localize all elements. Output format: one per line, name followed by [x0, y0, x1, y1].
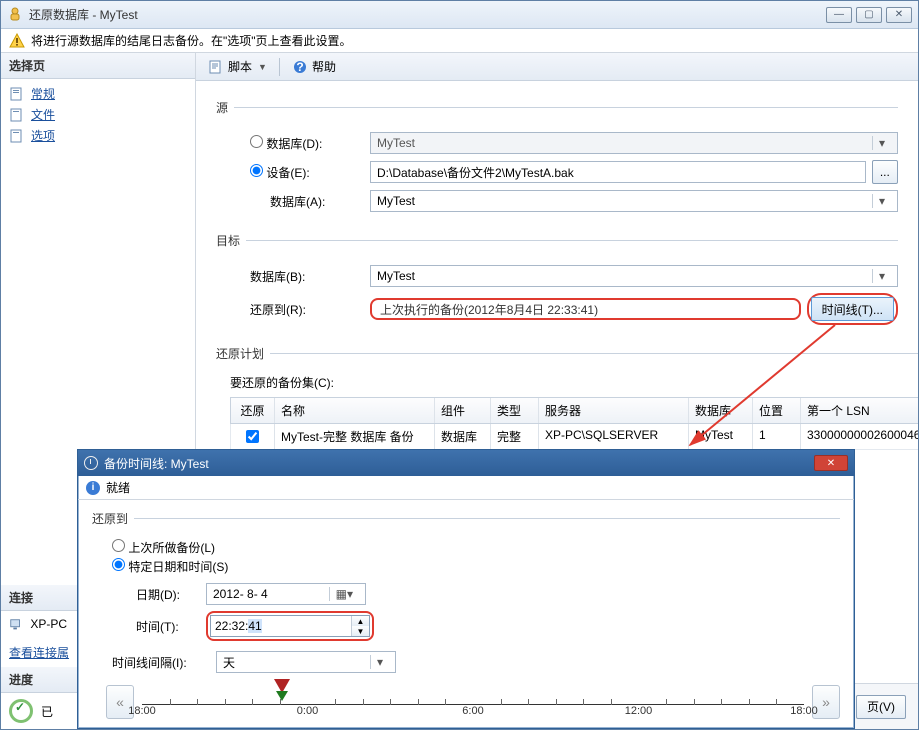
spin-down-icon[interactable]: ▼ — [352, 626, 369, 636]
progress-text: 已 — [41, 703, 53, 720]
time-spinner[interactable]: 22:32:41 ▲▼ — [210, 615, 370, 637]
help-button[interactable]: ? 帮助 — [288, 56, 340, 77]
table-row[interactable]: MyTest-完整 数据库 备份 数据库 完整 XP-PC\SQLSERVER … — [230, 424, 918, 450]
window-title: 还原数据库 - MyTest — [29, 6, 826, 23]
info-icon: i — [86, 481, 100, 495]
date-picker[interactable]: 2012- 8- 4▦▾ — [206, 583, 366, 605]
verify-button[interactable]: 页(V) — [856, 695, 906, 719]
calendar-icon: ▦▾ — [329, 587, 359, 601]
database-combo: MyTest▾ — [370, 132, 898, 154]
time-label: 时间(T): — [136, 620, 179, 634]
script-icon — [208, 59, 224, 75]
dialog-close-button[interactable]: ✕ — [814, 455, 848, 471]
specific-datetime-radio[interactable]: 特定日期和时间(S) — [112, 558, 228, 575]
device-path-input[interactable] — [370, 161, 866, 183]
timeline-marker-icon[interactable] — [274, 679, 290, 693]
timeline-tick: 6:00 — [462, 705, 483, 717]
clock-icon — [84, 456, 98, 470]
timeline[interactable]: 18:000:006:0012:0018:00 — [142, 679, 804, 725]
window-titlebar: 还原数据库 - MyTest — ▢ ✕ — [1, 1, 918, 29]
timeline-tick: 18:00 — [790, 705, 818, 717]
close-button[interactable]: ✕ — [886, 7, 912, 23]
warning-icon — [9, 33, 25, 49]
timeline-tick: 0:00 — [297, 705, 318, 717]
browse-button[interactable]: ... — [872, 160, 898, 184]
toolbar: 脚本 ▼ ? 帮助 — [196, 53, 918, 81]
help-icon: ? — [292, 59, 308, 75]
dialog-titlebar: 备份时间线: MyTest ✕ — [78, 450, 854, 476]
database-b-label: 数据库(B): — [250, 270, 305, 284]
database-b-combo[interactable]: MyTest▾ — [370, 265, 898, 287]
dialog-status-bar: i 就绪 — [78, 476, 854, 500]
app-icon — [7, 7, 23, 23]
device-radio[interactable]: 设备(E): — [250, 166, 310, 180]
interval-combo[interactable]: 天▾ — [216, 651, 396, 673]
chevron-down-icon: ▾ — [370, 655, 389, 669]
target-group: 目标 数据库(B): MyTest▾ 还原到(R): 时间线(T)... — [216, 232, 898, 331]
sidebar-item-general[interactable]: 常规 — [7, 83, 189, 104]
sidebar-item-options[interactable]: 选项 — [7, 125, 189, 146]
page-icon — [9, 107, 25, 123]
restore-to-label: 还原到(R): — [250, 303, 306, 317]
chevron-down-icon: ▾ — [872, 194, 891, 208]
info-bar: 将进行源数据库的结尾日志备份。在"选项"页上查看此设置。 — [1, 29, 918, 53]
database-a-combo[interactable]: MyTest▾ — [370, 190, 898, 212]
target-legend: 目标 — [216, 232, 246, 249]
backup-sets-header: 还原 名称 组件 类型 服务器 数据库 位置 第一个 LSN 最 — [230, 397, 918, 424]
dialog-status: 就绪 — [106, 479, 130, 496]
restore-to-legend: 还原到 — [92, 510, 134, 527]
chevron-down-icon: ▾ — [872, 269, 891, 283]
last-backup-radio[interactable]: 上次所做备份(L) — [112, 539, 215, 556]
dropdown-icon: ▼ — [258, 62, 267, 72]
plan-legend: 还原计划 — [216, 345, 270, 362]
backup-timeline-dialog: 备份时间线: MyTest ✕ i 就绪 还原到 上次所做备份(L) 特定日期和… — [77, 449, 855, 729]
sidebar-item-files[interactable]: 文件 — [7, 104, 189, 125]
page-icon — [9, 86, 25, 102]
plan-group: 还原计划 要还原的备份集(C): 还原 名称 组件 类型 服务器 数据库 位置 … — [216, 345, 918, 450]
row-restore-checkbox[interactable] — [246, 430, 259, 443]
spin-up-icon[interactable]: ▲ — [352, 616, 369, 626]
sidebar-item-label: 常规 — [31, 85, 55, 102]
date-label: 日期(D): — [136, 588, 180, 602]
timeline-tick: 18:00 — [128, 705, 156, 717]
script-button[interactable]: 脚本 ▼ — [204, 56, 271, 77]
interval-label: 时间线间隔(I): — [112, 656, 187, 670]
svg-text:?: ? — [296, 60, 303, 74]
dialog-title: 备份时间线: MyTest — [104, 455, 814, 472]
timeline-tick: 12:00 — [625, 705, 653, 717]
sidebar-item-label: 文件 — [31, 106, 55, 123]
view-connection-link[interactable]: 查看连接属 — [9, 646, 69, 660]
sidebar-item-label: 选项 — [31, 127, 55, 144]
maximize-button[interactable]: ▢ — [856, 7, 882, 23]
chevron-down-icon: ▾ — [872, 136, 891, 150]
check-icon — [9, 699, 33, 723]
restore-to-input — [370, 298, 801, 320]
database-radio[interactable]: 数据库(D): — [250, 137, 322, 151]
connection-value: XP-PC — [30, 617, 67, 631]
page-icon — [9, 128, 25, 144]
database-a-label: 数据库(A): — [270, 195, 325, 209]
server-icon — [9, 618, 23, 632]
sidebar-header: 选择页 — [1, 53, 195, 79]
info-text: 将进行源数据库的结尾日志备份。在"选项"页上查看此设置。 — [31, 32, 352, 49]
source-group: 源 数据库(D): MyTest▾ 设备(E): ... 数据库(A): — [216, 99, 898, 218]
timeline-button[interactable]: 时间线(T)... — [811, 297, 894, 321]
backup-sets-label: 要还原的备份集(C): — [230, 376, 334, 390]
source-legend: 源 — [216, 99, 234, 116]
restore-to-group: 还原到 上次所做备份(L) 特定日期和时间(S) 日期(D): 2012- 8-… — [92, 510, 840, 725]
minimize-button[interactable]: — — [826, 7, 852, 23]
